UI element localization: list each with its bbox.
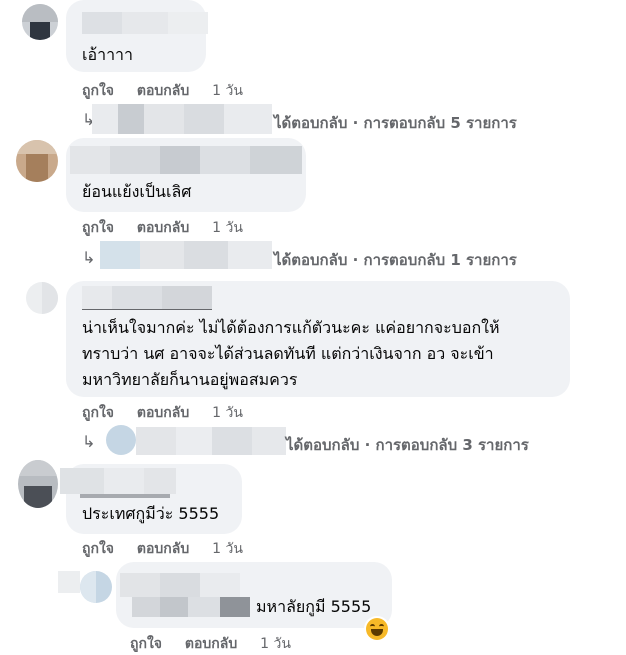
comment-text: ประเทศกูมีว่ะ 5555 [82, 504, 220, 523]
comment-actions: ถูกใจ ตอบกลับ 1 วัน [82, 80, 261, 102]
reply-arrow-icon: ↳ [82, 248, 96, 267]
blurred-mention-name[interactable] [132, 597, 250, 617]
like-button[interactable]: ถูกใจ [82, 83, 114, 99]
blurred-replier-names[interactable] [100, 241, 272, 269]
comment-text: เอ้าาาา [82, 45, 134, 64]
comment-actions: ถูกใจ ตอบกลับ 1 วัน [82, 402, 261, 424]
reply-button[interactable]: ตอบกลับ [137, 405, 189, 421]
reply-button[interactable]: ตอบกลับ [137, 541, 189, 557]
comment-text-line-1: น่าเห็นใจมากค่ะ ไม่ได้ต้องการแก้ตัวนะคะ … [82, 318, 500, 337]
comment-text: มหาลัยกูมี 5555 [256, 597, 372, 616]
name-underline [82, 309, 212, 310]
comment-actions: ถูกใจ ตอบกลับ 1 วัน [82, 538, 261, 560]
blurred-author-name[interactable] [60, 468, 176, 494]
comment-actions: ถูกใจ ตอบกลับ 1 วัน [130, 633, 309, 655]
view-replies-link[interactable]: ได้ตอบกลับ · การตอบกลับ 5 รายการ [274, 111, 517, 135]
comment-text: ย้อนแย้งเป็นเลิศ [82, 182, 192, 201]
comment-actions: ถูกใจ ตอบกลับ 1 วัน [82, 217, 261, 239]
reply-button[interactable]: ตอบกลับ [137, 220, 189, 236]
blurred-author-name[interactable] [70, 146, 302, 174]
avatar[interactable] [22, 4, 58, 40]
comment-text-line-2: ทราบว่า นศ อาจจะได้ส่วนลดทันที แต่กว่าเง… [82, 344, 494, 363]
reply-button[interactable]: ตอบกลับ [185, 636, 237, 652]
view-replies-link[interactable]: ได้ตอบกลับ · การตอบกลับ 3 รายการ [286, 433, 529, 457]
reply-arrow-icon: ↳ [82, 432, 96, 451]
timestamp[interactable]: 1 วัน [260, 636, 291, 652]
avatar[interactable] [16, 140, 58, 182]
timestamp[interactable]: 1 วัน [212, 220, 243, 236]
timestamp[interactable]: 1 วัน [212, 541, 243, 557]
avatar[interactable] [80, 571, 112, 603]
reply-button[interactable]: ตอบกลับ [137, 83, 189, 99]
avatar[interactable] [26, 282, 58, 314]
blurred-author-name[interactable] [82, 12, 208, 34]
avatar[interactable] [18, 460, 58, 508]
like-button[interactable]: ถูกใจ [82, 220, 114, 236]
blurred-replier-names[interactable] [92, 104, 272, 134]
like-button[interactable]: ถูกใจ [82, 541, 114, 557]
laughing-emoji-icon[interactable] [366, 618, 388, 640]
replier-avatar [106, 425, 136, 455]
name-overlap-text-fragment [80, 494, 170, 498]
view-replies-link[interactable]: ได้ตอบกลับ · การตอบกลับ 1 รายการ [274, 248, 517, 272]
timestamp[interactable]: 1 วัน [212, 405, 243, 421]
blurred-author-name[interactable] [82, 286, 212, 310]
blurred-replier-names[interactable] [136, 427, 286, 455]
blurred-author-overlay [58, 571, 80, 593]
comment-text-line-3: มหาวิทยาลัยก็นานอยู่พอสมควร [82, 370, 298, 389]
like-button[interactable]: ถูกใจ [82, 405, 114, 421]
like-button[interactable]: ถูกใจ [130, 636, 162, 652]
timestamp[interactable]: 1 วัน [212, 83, 243, 99]
blurred-author-name[interactable] [120, 573, 240, 597]
